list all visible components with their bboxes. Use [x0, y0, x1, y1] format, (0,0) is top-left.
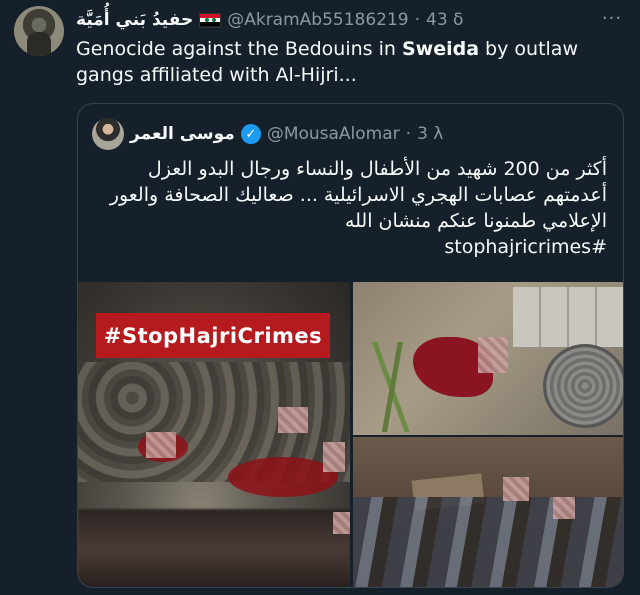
quoted-author-name[interactable]: موسى العمر	[130, 124, 235, 144]
media-image-main[interactable]: #StopHajriCrimes	[78, 282, 350, 587]
quoted-separator: ·	[405, 124, 412, 144]
tweet-text-part1: Genocide against the Bedouins in	[76, 38, 402, 60]
quoted-header: موسى العمر ✓ @MousaAlomar · 3 λ	[92, 118, 609, 150]
header-separator: ·	[414, 10, 421, 30]
syria-flag-icon	[199, 12, 222, 28]
tweet[interactable]: حفيدُ بَني أُمَيَّة @AkramAb55186219 · 4…	[0, 0, 640, 595]
quoted-author-handle[interactable]: @MousaAlomar	[267, 124, 400, 144]
tweet-text: Genocide against the Bedouins in Sweida …	[76, 36, 624, 88]
media-image-top-right[interactable]	[353, 282, 623, 435]
quoted-author-avatar[interactable]	[92, 118, 124, 150]
quoted-text: أكثر من 200 شهيد من الأطفال والنساء ورجا…	[87, 156, 607, 260]
quoted-text-line1: أكثر من 200 شهيد من الأطفال والنساء ورجا…	[147, 158, 607, 180]
quoted-time[interactable]: 3 λ	[417, 124, 443, 144]
tweet-text-bold: Sweida	[401, 38, 480, 60]
quoted-text-line3: الإعلامي طمنونا عنكم منشان الله	[344, 210, 607, 232]
author-name[interactable]: حفيدُ بَني أُمَيَّة	[76, 10, 193, 30]
media-grid: #StopHajriCrimes	[78, 282, 623, 587]
tweet-time[interactable]: 43 δ	[426, 10, 463, 30]
media-banner-text: #StopHajriCrimes	[96, 313, 330, 358]
quoted-tweet[interactable]: موسى العمر ✓ @MousaAlomar · 3 λ أكثر من …	[77, 103, 624, 588]
media-image-bottom-right[interactable]	[353, 437, 623, 587]
author-avatar[interactable]	[14, 6, 64, 56]
tweet-header: حفيدُ بَني أُمَيَّة @AkramAb55186219 · 4…	[76, 8, 600, 32]
quoted-hashtag[interactable]: #stophajricrimes	[87, 234, 607, 260]
quoted-text-line2: أعدمتهم عصابات الهجري الاسرائيلية ... صع…	[109, 184, 607, 206]
more-options-icon[interactable]: ···	[602, 8, 622, 29]
author-handle[interactable]: @AkramAb55186219	[227, 10, 408, 30]
verified-badge-icon: ✓	[240, 124, 261, 144]
